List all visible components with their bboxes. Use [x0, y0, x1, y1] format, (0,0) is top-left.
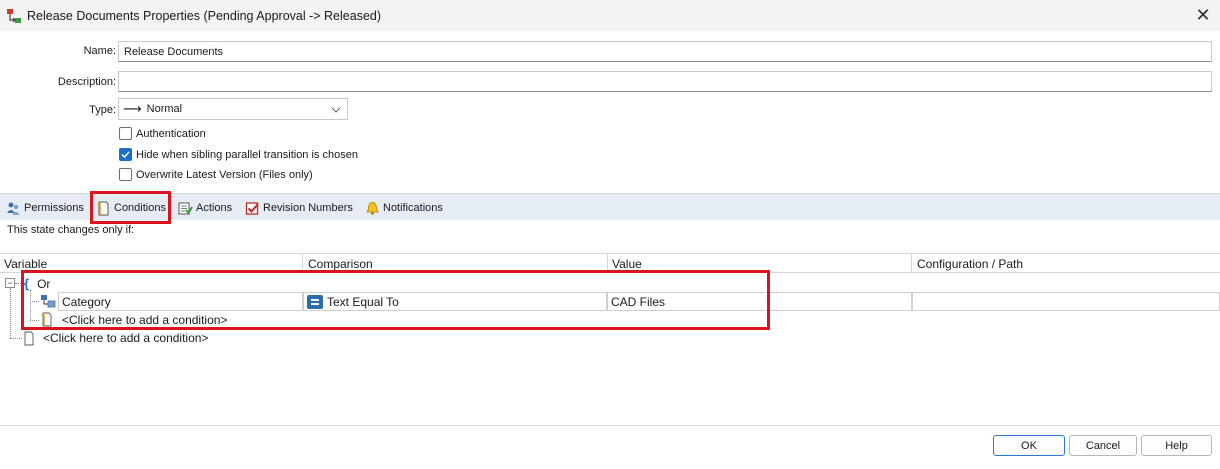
tab-label: Permissions: [24, 202, 84, 214]
tree-line: [30, 290, 31, 320]
title-bar: Release Documents Properties (Pending Ap…: [0, 0, 1220, 31]
overwrite-label: Overwrite Latest Version (Files only): [136, 168, 313, 181]
help-button[interactable]: Help: [1141, 435, 1212, 456]
overwrite-option[interactable]: Overwrite Latest Version (Files only): [119, 168, 313, 181]
column-divider[interactable]: [911, 254, 912, 273]
condition-value: CAD Files: [611, 295, 666, 309]
condition-value-cell[interactable]: CAD Files: [607, 292, 912, 311]
tab-bar: Permissions Conditions Actions Revision …: [0, 193, 1220, 220]
type-value: Normal: [146, 103, 183, 115]
arrow-right-icon: ⟶: [123, 101, 142, 116]
or-group-row[interactable]: { Or: [24, 275, 50, 292]
hide-sibling-option[interactable]: Hide when sibling parallel transition is…: [119, 148, 358, 161]
name-label: Name:: [83, 45, 116, 57]
tree-line: [10, 288, 11, 338]
tab-conditions[interactable]: Conditions: [96, 199, 166, 217]
authentication-option[interactable]: Authentication: [119, 127, 206, 140]
collapse-toggle[interactable]: −: [5, 278, 15, 288]
tab-notifications[interactable]: Notifications: [365, 199, 443, 217]
equals-icon: [307, 294, 323, 309]
hide-sibling-label: Hide when sibling parallel transition is…: [136, 148, 358, 161]
add-condition-inner[interactable]: <Click here to add a condition>: [62, 312, 227, 328]
tree-line: [30, 301, 39, 302]
tab-actions[interactable]: Actions: [178, 199, 232, 217]
workflow-transition-icon: [7, 9, 21, 23]
type-label: Type:: [89, 104, 116, 116]
tab-label: Notifications: [383, 202, 443, 214]
new-condition-icon: [41, 312, 52, 327]
ok-button[interactable]: OK: [993, 435, 1065, 456]
column-divider[interactable]: [302, 254, 303, 273]
column-header[interactable]: Configuration / Path: [917, 257, 1023, 271]
add-condition-outer[interactable]: <Click here to add a condition>: [43, 330, 208, 346]
window-title: Release Documents Properties (Pending Ap…: [27, 9, 382, 23]
condition-comparison: Text Equal To: [327, 294, 399, 309]
tab-label: Conditions: [114, 202, 166, 214]
condition-variable: Category: [62, 295, 111, 309]
column-divider[interactable]: [607, 254, 608, 273]
authentication-checkbox[interactable]: [119, 127, 132, 140]
brace-icon: {: [24, 276, 30, 291]
overwrite-checkbox[interactable]: [119, 168, 132, 181]
document-icon: [97, 201, 109, 215]
tree-line: [30, 320, 39, 321]
chevron-down-icon: [331, 107, 341, 113]
hide-sibling-checkbox[interactable]: [119, 148, 132, 161]
tab-label: Revision Numbers: [263, 202, 353, 214]
column-header[interactable]: Comparison: [308, 257, 373, 271]
tab-label: Actions: [196, 202, 233, 214]
cancel-button[interactable]: Cancel: [1069, 435, 1137, 456]
close-icon[interactable]: ✕: [1192, 4, 1214, 26]
tab-revision-numbers[interactable]: Revision Numbers: [245, 199, 353, 217]
footer-divider: [0, 425, 1220, 426]
condition-comparison-cell[interactable]: Text Equal To: [303, 292, 607, 311]
type-select[interactable]: ⟶ Normal: [118, 98, 348, 120]
condition-variable-cell[interactable]: Category: [58, 292, 303, 311]
tab-permissions[interactable]: Permissions: [6, 199, 84, 217]
checkmark-icon: [121, 151, 130, 159]
authentication-label: Authentication: [136, 127, 206, 140]
conditions-subtitle: This state changes only if:: [7, 224, 135, 236]
new-condition-icon: [24, 331, 34, 346]
or-group-label: Or: [37, 276, 51, 291]
condition-path-cell[interactable]: [912, 292, 1220, 311]
column-header[interactable]: Value: [612, 257, 642, 271]
description-field[interactable]: [118, 71, 1212, 92]
name-field[interactable]: [118, 41, 1212, 62]
conditions-grid-header: Variable Comparison Value Configuration …: [0, 253, 1220, 273]
users-icon: [7, 202, 20, 215]
column-header[interactable]: Variable: [4, 257, 47, 271]
tree-line: [10, 338, 22, 339]
description-label: Description:: [57, 76, 116, 88]
actions-icon: [178, 202, 193, 215]
bell-icon: [366, 201, 379, 215]
variable-icon: [41, 295, 56, 308]
checkbox-icon: [245, 201, 259, 215]
